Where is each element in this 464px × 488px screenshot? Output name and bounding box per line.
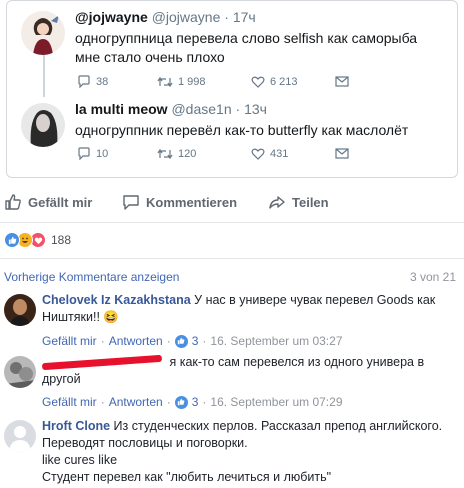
- embedded-tweet-card: @jojwayne @jojwayne · 17ч одногруппница …: [6, 0, 458, 178]
- retweet-icon: [157, 76, 173, 88]
- comment-like-count[interactable]: 3: [192, 395, 199, 409]
- envelope-icon: [335, 76, 349, 87]
- comment: я как-то сам перевелся из одного универа…: [4, 354, 460, 414]
- reply-count: 38: [96, 75, 109, 88]
- divider: [0, 258, 464, 259]
- tweet-header: la multi meow @dase1n · 13ч: [75, 101, 267, 117]
- envelope-icon: [335, 148, 349, 159]
- comment-like-count[interactable]: 3: [192, 334, 199, 348]
- tweet-time[interactable]: 13ч: [244, 101, 267, 117]
- like-action[interactable]: 6 213: [251, 75, 335, 88]
- tweet-header: @jojwayne @jojwayne · 17ч: [75, 9, 256, 25]
- like-reaction-icon: [174, 334, 188, 348]
- comment-footer: Gefällt mir · Antworten · 3 · 16. Septem…: [42, 395, 343, 409]
- comment-author[interactable]: Hroft Clone: [42, 419, 110, 433]
- divider: [0, 222, 464, 223]
- comment-reply-link[interactable]: Antworten: [109, 395, 163, 409]
- share-arrow-icon: [268, 193, 286, 211]
- previous-comments-row: Vorherige Kommentare anzeigen 3 von 21: [4, 270, 456, 284]
- reaction-count[interactable]: 188: [51, 233, 71, 247]
- tweet-1: @jojwayne @jojwayne · 17ч одногруппница …: [17, 9, 447, 99]
- dm-action[interactable]: [335, 147, 349, 160]
- tweet-handle[interactable]: @jojwayne: [152, 9, 221, 25]
- reply-icon: [77, 75, 91, 88]
- comment-date[interactable]: 16. September um 07:29: [210, 395, 342, 409]
- laughing-emoji: 😆: [103, 310, 119, 324]
- like-action[interactable]: 431: [251, 147, 335, 160]
- like-reaction-icon: [174, 395, 188, 409]
- tweet-time[interactable]: 17ч: [233, 9, 256, 25]
- retweet-count: 1 998: [178, 75, 206, 88]
- comment-body: Hroft Clone Из студенческих перлов. Расс…: [42, 418, 460, 486]
- tweet-actions: 10 120 431: [77, 147, 349, 160]
- comment-text-line: like cures like: [42, 453, 118, 467]
- tweet-text: одногруппник перевёл как-то butterfly ка…: [75, 122, 409, 138]
- like-count: 6 213: [270, 75, 298, 88]
- like-button[interactable]: Gefällt mir: [4, 193, 92, 211]
- view-previous-comments-link[interactable]: Vorherige Kommentare anzeigen: [4, 270, 179, 284]
- comment-reply-link[interactable]: Antworten: [109, 334, 163, 348]
- tweet-actions: 38 1 998 6 213: [77, 75, 349, 88]
- share-button[interactable]: Teilen: [268, 193, 329, 211]
- comment-label: Kommentieren: [146, 194, 238, 210]
- comment-body: я как-то сам перевелся из одного универа…: [41, 354, 460, 388]
- comment-footer: Gefällt mir · Antworten · 3 · 16. Septem…: [42, 334, 343, 348]
- comment-date[interactable]: 16. September um 03:27: [210, 334, 342, 348]
- like-count: 431: [270, 147, 289, 160]
- dm-action[interactable]: [335, 75, 349, 88]
- reply-action[interactable]: 10: [77, 147, 157, 160]
- comment-count: 3 von 21: [409, 270, 456, 284]
- reactions-summary[interactable]: 188: [4, 232, 71, 248]
- heart-icon: [251, 76, 265, 88]
- avatar[interactable]: [4, 356, 36, 388]
- avatar[interactable]: [4, 420, 36, 452]
- comment-text-line: Студент перевел как "любить лечиться и л…: [42, 470, 332, 484]
- tweet-2: la multi meow @dase1n · 13ч одногруппник…: [17, 101, 447, 171]
- reply-count: 10: [96, 147, 109, 160]
- tweet-author-name[interactable]: @jojwayne: [75, 9, 148, 25]
- tweet-author-name[interactable]: la multi meow: [75, 101, 168, 117]
- tweet-text: одногруппница перевела слово selfish как…: [75, 30, 418, 65]
- comment: Hroft Clone Из студенческих перлов. Расс…: [4, 418, 460, 488]
- retweet-count: 120: [178, 147, 197, 160]
- thumbs-up-icon: [4, 193, 22, 211]
- retweet-action[interactable]: 1 998: [157, 75, 251, 88]
- reply-icon: [77, 147, 91, 160]
- share-label: Teilen: [292, 194, 329, 210]
- retweet-action[interactable]: 120: [157, 147, 251, 160]
- redacted-author-name: [41, 355, 163, 371]
- like-label: Gefällt mir: [28, 194, 93, 210]
- comment: Chelovek Iz Kazakhstana У нас в универе …: [4, 292, 460, 354]
- comment-like-link[interactable]: Gefällt mir: [42, 334, 97, 348]
- comment-like-link[interactable]: Gefällt mir: [42, 395, 97, 409]
- comment-body: Chelovek Iz Kazakhstana У нас в универе …: [42, 292, 460, 326]
- avatar[interactable]: [21, 11, 65, 55]
- post-action-bar: Gefällt mir Kommentieren Teilen: [0, 188, 464, 216]
- comment-author[interactable]: Chelovek Iz Kazakhstana: [42, 293, 191, 307]
- like-reaction-icon: [4, 232, 20, 248]
- comment-bubble-icon: [122, 193, 140, 211]
- tweet-handle[interactable]: @dase1n: [171, 101, 231, 117]
- heart-icon: [251, 148, 265, 160]
- avatar[interactable]: [4, 294, 36, 326]
- retweet-icon: [157, 148, 173, 160]
- avatar[interactable]: [21, 103, 65, 147]
- reply-action[interactable]: 38: [77, 75, 157, 88]
- comment-button[interactable]: Kommentieren: [122, 193, 237, 211]
